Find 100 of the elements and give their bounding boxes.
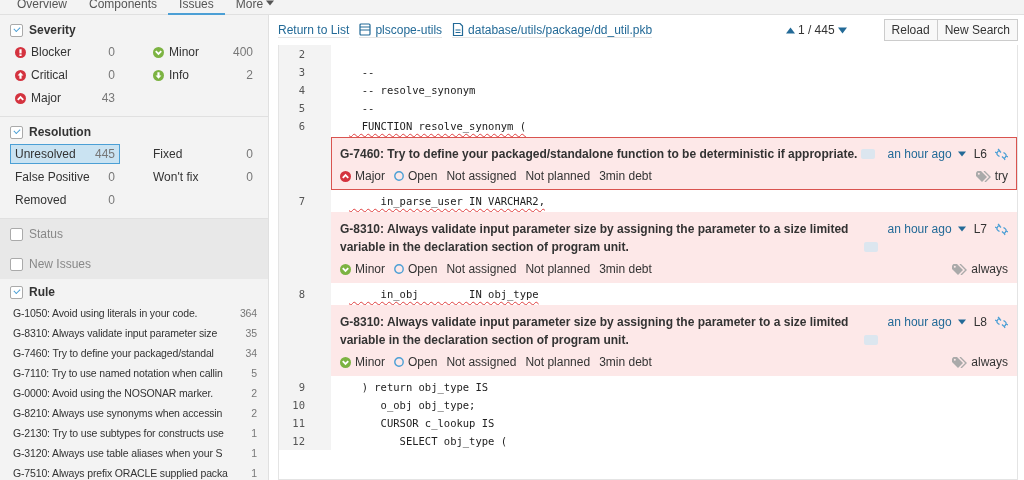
facet-item[interactable]: Removed 0 xyxy=(10,190,120,210)
plan-label[interactable]: Not planned xyxy=(525,355,591,369)
code-line: -- xyxy=(360,101,375,116)
facet-count: 34 xyxy=(244,347,257,359)
checkbox[interactable] xyxy=(10,23,23,37)
facet-item[interactable]: G-0000: Avoid using the NOSONAR marker. 2 xyxy=(10,383,260,403)
status-label[interactable]: Open xyxy=(394,169,438,183)
tag-label[interactable]: try xyxy=(975,169,1008,183)
assignee-label[interactable]: Not assigned xyxy=(446,355,517,369)
issue-message: G-7460: Try to define your packaged/standalone function to be deterministic if appropriate. xyxy=(340,146,858,163)
line-label: L6 xyxy=(973,147,987,161)
facet-count: 364 xyxy=(239,307,257,319)
line-number: 8 xyxy=(279,285,331,303)
facet-count: 400 xyxy=(232,45,253,59)
facet-item[interactable]: G-2130: Try to use subtypes for constructs use 1 xyxy=(10,423,260,443)
issue-card[interactable] xyxy=(331,212,1017,283)
facet-item[interactable]: G-3120: Always use table aliases when your S 1 xyxy=(10,443,260,463)
debt-label[interactable]: 3min debt xyxy=(599,355,652,369)
date-link[interactable]: an hour ago xyxy=(887,315,966,329)
broken-link-icon[interactable] xyxy=(995,147,1008,161)
nav-tab[interactable]: More xyxy=(224,0,286,15)
facet-label: G-7460: Try to define your packaged/standal xyxy=(13,347,214,359)
facet-item[interactable]: G-1050: Avoid using literals in your code. 364 xyxy=(10,303,260,323)
checkbox[interactable] xyxy=(10,125,23,139)
date-link[interactable]: an hour ago xyxy=(887,147,966,161)
toolbar-button[interactable]: New Search xyxy=(936,19,1018,41)
tag-label[interactable]: always xyxy=(952,262,1008,276)
code-line: FUNCTION resolve_synonym ( xyxy=(360,119,526,135)
code-line: -- resolve_synonym xyxy=(360,83,476,99)
facet-count: 0 xyxy=(107,45,115,59)
facet-item[interactable]: G-7510: Always prefix ORACLE supplied packa 1 xyxy=(10,463,260,480)
severity-label[interactable]: Major xyxy=(340,169,385,183)
facet-title[interactable]: Severity xyxy=(29,23,76,37)
facet-item[interactable]: Info 2 xyxy=(148,65,258,85)
facet-count: 0 xyxy=(245,170,253,184)
broken-link-icon[interactable] xyxy=(995,222,1008,236)
assignee-label[interactable]: Not assigned xyxy=(446,262,517,276)
broken-link-icon[interactable] xyxy=(995,315,1008,329)
checkbox[interactable] xyxy=(10,285,23,299)
facet-label: Removed xyxy=(15,193,67,207)
facet-item[interactable]: Major 43 xyxy=(10,88,120,108)
info-icon xyxy=(153,69,164,81)
status-label[interactable]: Open xyxy=(394,262,438,276)
plan-label[interactable]: Not planned xyxy=(525,262,591,276)
line-number: 3 xyxy=(279,63,331,81)
toolbar-button[interactable]: Reload xyxy=(883,19,938,41)
status-label[interactable]: Open xyxy=(394,355,438,369)
facet-label: Blocker xyxy=(31,45,71,59)
facet-item[interactable]: Blocker 0 xyxy=(10,42,120,62)
facet-count: 0 xyxy=(107,170,115,184)
facet-item[interactable]: Unresolved 445 xyxy=(10,144,120,164)
facet-label: Critical xyxy=(31,68,68,82)
code-line: SELECT obj_type ( xyxy=(398,434,508,450)
previous-icon[interactable] xyxy=(785,26,795,34)
plan-label[interactable]: Not planned xyxy=(525,169,591,183)
critical-icon xyxy=(15,69,26,81)
assignee-label[interactable]: Not assigned xyxy=(446,169,517,183)
code-line: CURSOR c_lookup IS xyxy=(379,416,495,432)
issue-position: 1 / 445 xyxy=(797,23,835,37)
facet-item[interactable]: Fixed 0 xyxy=(148,144,258,164)
tag-label[interactable]: always xyxy=(952,355,1008,369)
facet-item[interactable]: G-7110: Try to use named notation when callin 5 xyxy=(10,363,260,383)
project-link[interactable]: plscope-utils xyxy=(359,22,443,38)
facet-label: G-0000: Avoid using the NOSONAR marker. xyxy=(13,387,213,399)
date-link[interactable]: an hour ago xyxy=(887,222,966,236)
facet-count: 5 xyxy=(250,367,257,379)
issue-card[interactable]: G-7460: Try to define your packaged/standalone function to be deterministic if appropriate. an hour ago L6 Major Open Not assigned Not planned 3min debt try xyxy=(331,137,1017,190)
severity-label[interactable]: Minor xyxy=(340,262,385,276)
return-link[interactable]: Return to List xyxy=(278,22,350,38)
facet-item[interactable]: G-8310: Always validate input parameter size 35 xyxy=(10,323,260,343)
open-status-icon xyxy=(394,264,404,274)
nav-tab[interactable]: Overview xyxy=(6,0,78,15)
debt-label[interactable]: 3min debt xyxy=(599,169,652,183)
line-number: 12 xyxy=(279,432,331,450)
code-line: in_parse_user IN VARCHAR2, xyxy=(379,194,545,210)
code-line: in_obj IN obj_type xyxy=(379,287,539,303)
facet-item[interactable]: Won't fix 0 xyxy=(148,167,258,187)
caret-icon xyxy=(957,319,966,325)
open-status-icon xyxy=(394,171,404,181)
facet-item[interactable]: Critical 0 xyxy=(10,65,120,85)
nav-tab[interactable]: Components xyxy=(78,0,169,15)
line-number: 9 xyxy=(279,378,331,396)
checkbox[interactable] xyxy=(10,257,23,271)
facet-item[interactable]: False Positive 0 xyxy=(10,167,120,187)
minor-icon xyxy=(153,46,164,58)
facet-item[interactable]: G-7460: Try to define your packaged/standal 34 xyxy=(10,343,260,363)
line-label: L8 xyxy=(973,315,987,329)
facet-title[interactable]: Rule xyxy=(29,285,55,299)
next-icon[interactable] xyxy=(837,26,847,34)
severity-label[interactable]: Minor xyxy=(340,355,385,369)
facet-title[interactable]: Resolution xyxy=(29,125,91,139)
file-link[interactable]: database/utils/package/dd_util.pkb xyxy=(452,22,653,38)
checkbox[interactable] xyxy=(10,227,23,241)
issue-card[interactable] xyxy=(331,305,1017,376)
facet-item[interactable]: Minor 400 xyxy=(148,42,258,62)
debt-label[interactable]: 3min debt xyxy=(599,262,652,276)
facet-count: 1 xyxy=(250,447,257,459)
facet-item[interactable]: G-8210: Always use synonyms when accessin 2 xyxy=(10,403,260,423)
facet-count: 2 xyxy=(250,387,257,399)
facet-count: 0 xyxy=(107,193,115,207)
